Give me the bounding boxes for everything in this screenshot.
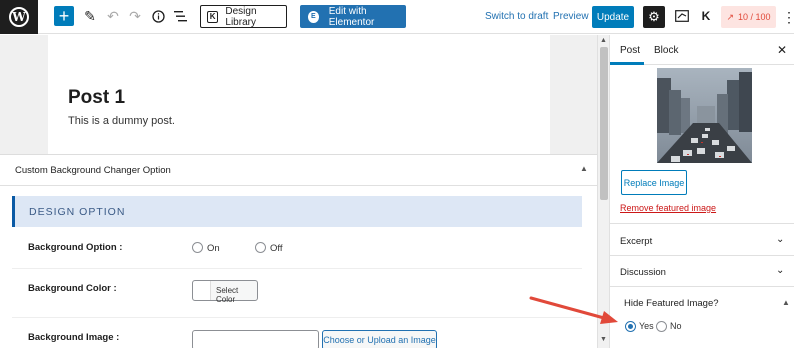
editor-toolbar: W + ✎ ↶ ↷ K Design Library E Edit with E… — [0, 0, 794, 34]
featured-image[interactable] — [657, 68, 752, 163]
editor-canvas: Post 1 This is a dummy post. Custom Back… — [0, 35, 597, 348]
collapse-caret-icon[interactable]: ▲ — [782, 298, 790, 307]
pencil-icon[interactable]: ✎ — [82, 8, 98, 24]
hide-no-label: No — [670, 321, 682, 331]
preview-link[interactable]: Preview — [553, 11, 589, 22]
edit-with-elementor-button[interactable]: E Edit with Elementor — [300, 5, 406, 28]
chevron-down-icon[interactable]: ⌄ — [776, 265, 784, 276]
wordpress-icon: W — [9, 7, 29, 27]
elementor-label: Edit with Elementor — [328, 5, 375, 28]
gear-icon: ⚙ — [648, 9, 660, 24]
post-title[interactable]: Post 1 — [68, 87, 125, 109]
kadence-icon: K — [207, 10, 219, 23]
row-divider — [12, 268, 582, 269]
preview-panel-icon[interactable] — [674, 8, 690, 24]
editor-scrollbar[interactable]: ▲ ▼ — [597, 35, 609, 348]
design-option-heading: DESIGN OPTION — [12, 196, 582, 227]
close-icon[interactable]: ✕ — [777, 43, 787, 57]
remove-featured-image-link[interactable]: Remove featured image — [620, 203, 716, 213]
chevron-down-icon[interactable]: ⌄ — [776, 234, 784, 245]
tab-block[interactable]: Block — [654, 45, 678, 56]
background-image-input[interactable] — [192, 330, 319, 348]
background-off-label: Off — [270, 243, 283, 254]
discussion-panel-toggle[interactable]: Discussion — [620, 267, 666, 278]
scroll-down-icon[interactable]: ▼ — [600, 336, 607, 343]
hide-yes-label: Yes — [639, 321, 654, 331]
scroll-up-icon[interactable]: ▲ — [600, 37, 607, 44]
list-lines-icon — [173, 10, 187, 21]
background-on-radio[interactable] — [192, 242, 203, 253]
background-off-radio[interactable] — [255, 242, 266, 253]
custom-background-metabox: Custom Background Changer Option ▲ DESIG… — [0, 154, 597, 348]
more-options-icon[interactable]: ⋮ — [782, 9, 794, 26]
settings-sidebar: Post Block ✕ Replace Image Remove featur… — [609, 35, 794, 348]
panel-icon — [675, 10, 689, 22]
switch-to-draft-link[interactable]: Switch to draft — [485, 11, 548, 22]
hide-no-radio[interactable] — [656, 321, 667, 332]
select-color-button[interactable]: Select Color — [192, 280, 258, 304]
panel-divider — [610, 286, 794, 287]
post-paragraph[interactable]: This is a dummy post. — [68, 115, 175, 127]
background-on-label: On — [207, 243, 220, 254]
tab-post[interactable]: Post — [620, 45, 640, 56]
design-library-button[interactable]: K Design Library — [200, 5, 287, 28]
redo-icon[interactable]: ↷ — [127, 8, 143, 24]
seo-score-value: 10 / 100 — [738, 12, 771, 22]
post-content-area: Post 1 This is a dummy post. — [48, 35, 550, 155]
panel-divider — [610, 255, 794, 256]
background-image-label: Background Image : — [28, 332, 120, 343]
update-button[interactable]: Update — [592, 6, 634, 28]
elementor-icon: E — [308, 10, 319, 23]
design-library-label: Design Library — [225, 5, 257, 28]
info-icon[interactable] — [150, 8, 166, 24]
design-option-text: DESIGN OPTION — [29, 206, 126, 218]
trend-arrow-icon: ↗ — [726, 11, 734, 22]
wordpress-logo-button[interactable]: W — [0, 0, 38, 34]
color-swatch — [193, 281, 211, 300]
panel-divider — [610, 223, 794, 224]
metabox-header[interactable]: Custom Background Changer Option ▲ — [0, 155, 597, 186]
active-tab-indicator — [610, 62, 644, 65]
hide-yes-radio[interactable] — [625, 321, 636, 332]
scrollbar-thumb[interactable] — [600, 47, 608, 200]
collapse-caret-icon[interactable]: ▲ — [580, 164, 588, 173]
background-color-label: Background Color : — [28, 283, 117, 294]
sidebar-tabs: Post Block ✕ — [610, 35, 794, 65]
seo-score-button[interactable]: ↗ 10 / 100 — [721, 6, 776, 28]
row-divider — [12, 317, 582, 318]
excerpt-panel-toggle[interactable]: Excerpt — [620, 236, 652, 247]
metabox-title: Custom Background Changer Option — [15, 165, 171, 176]
select-color-label: Select Color — [216, 286, 239, 304]
background-option-label: Background Option : — [28, 242, 123, 253]
list-view-icon[interactable] — [172, 8, 188, 24]
kadence-k-icon[interactable]: K — [698, 8, 714, 24]
settings-button[interactable]: ⚙ — [643, 6, 665, 28]
undo-icon[interactable]: ↶ — [105, 8, 121, 24]
plus-icon: + — [58, 6, 70, 26]
hide-featured-image-title[interactable]: Hide Featured Image? — [624, 298, 719, 309]
city-traffic-image — [657, 68, 752, 163]
replace-image-button[interactable]: Replace Image — [621, 170, 687, 195]
upload-image-button[interactable]: Choose or Upload an Image — [322, 330, 437, 348]
info-circle-icon — [151, 9, 165, 23]
add-block-button[interactable]: + — [54, 6, 74, 26]
